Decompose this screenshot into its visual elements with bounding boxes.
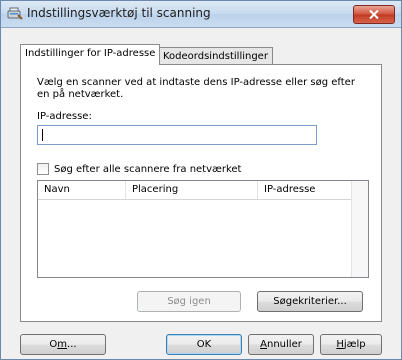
cancel-button[interactable]: Annuller xyxy=(248,334,314,355)
scanner-list[interactable]: Navn Placering IP-adresse xyxy=(37,180,369,278)
help-label-post: jælp xyxy=(343,339,366,350)
search-criteria-button[interactable]: Søgekriterier... xyxy=(257,291,363,312)
ip-address-input[interactable] xyxy=(37,125,317,145)
column-header-location[interactable]: Placering xyxy=(126,181,258,199)
about-label-post: ... xyxy=(67,339,77,350)
tab-password-settings[interactable]: Kodeordsindstillinger xyxy=(158,47,273,65)
tab-label: Indstillinger for IP-adresse xyxy=(25,48,156,59)
ip-address-label: IP-adresse: xyxy=(37,111,92,122)
search-again-button[interactable]: Søg igen xyxy=(137,291,241,312)
close-button[interactable] xyxy=(353,5,395,24)
ip-settings-panel: Vælg en scanner ved at indtaste dens IP-… xyxy=(20,64,382,322)
text-caret xyxy=(42,129,43,141)
scan-settings-window: Indstillingsværktøj til scanning Indstil… xyxy=(0,0,402,360)
help-button[interactable]: Hjælp xyxy=(320,334,382,355)
cancel-accelerator: A xyxy=(260,339,267,350)
ok-button[interactable]: OK xyxy=(166,334,242,355)
window-title: Indstillingsværktøj til scanning xyxy=(27,6,211,20)
search-all-label: Søg efter alle scannere fra netværket xyxy=(54,163,242,175)
search-again-label: Søg igen xyxy=(167,296,211,307)
help-accelerator: H xyxy=(336,339,344,350)
search-criteria-label: Søgekriterier... xyxy=(273,296,347,307)
ok-label: OK xyxy=(196,339,212,350)
scanner-list-header: Navn Placering IP-adresse xyxy=(38,181,368,200)
list-scroll-area xyxy=(351,181,368,277)
search-all-checkbox[interactable] xyxy=(37,163,49,175)
instruction-text: Vælg en scanner ved at indtaste dens IP-… xyxy=(37,77,355,100)
about-accelerator: m xyxy=(57,339,68,350)
column-header-name[interactable]: Navn xyxy=(38,181,126,199)
about-button[interactable]: Om... xyxy=(20,334,106,355)
tab-ip-address-settings[interactable]: Indstillinger for IP-adresse xyxy=(20,44,161,65)
cancel-label-post: nnuller xyxy=(267,339,302,350)
scanner-tool-icon xyxy=(7,7,23,20)
close-icon xyxy=(369,10,379,19)
tab-label: Kodeordsindstillinger xyxy=(163,51,268,62)
column-header-ip-address[interactable]: IP-adresse xyxy=(258,181,352,199)
title-bar[interactable]: Indstillingsværktøj til scanning xyxy=(1,1,401,28)
search-all-option[interactable]: Søg efter alle scannere fra netværket xyxy=(37,163,241,175)
